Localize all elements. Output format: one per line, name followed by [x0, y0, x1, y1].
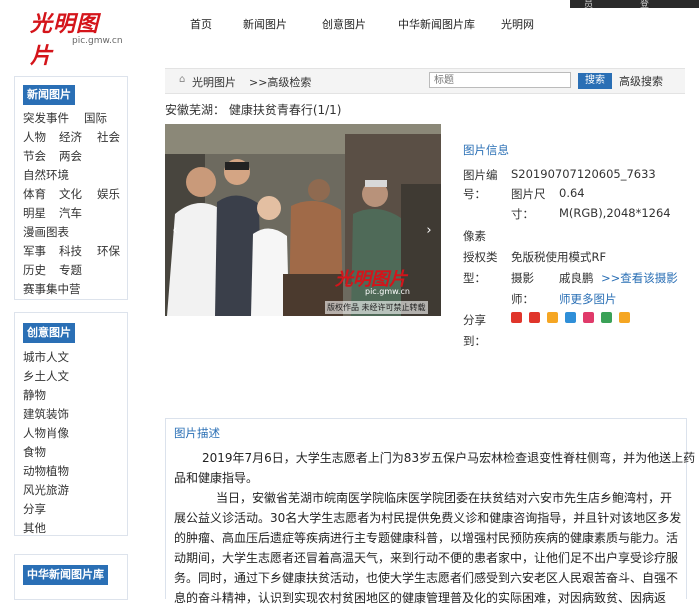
sidebar-item-entertainment[interactable]: 娱乐	[97, 186, 120, 202]
prev-photo-button[interactable]: ‹	[167, 220, 183, 242]
description-heading: 图片描述	[174, 426, 220, 440]
sidebar-item-city[interactable]: 城市人文	[23, 349, 69, 365]
sidebar-item-food[interactable]: 食物	[23, 444, 46, 460]
sidebar-item-tech[interactable]: 科技	[59, 243, 82, 259]
kaixin-icon[interactable]	[583, 312, 594, 323]
sidebar-item-cars[interactable]: 汽车	[59, 205, 82, 221]
douban-icon[interactable]	[601, 312, 612, 323]
weibo-icon[interactable]	[511, 312, 522, 323]
watermark-domain: pic.gmw.cn	[365, 287, 410, 296]
photo-id-value: S20190707120605_7633	[511, 167, 656, 181]
description-line: 品和健康指导。	[174, 471, 259, 485]
sidebar-item-comics-charts[interactable]: 漫画图表	[23, 224, 69, 240]
nav-home[interactable]: 首页	[190, 16, 212, 32]
photo-size-value-3: 像素	[463, 229, 486, 243]
sidebar-library-title[interactable]: 中华新闻图片库	[23, 565, 108, 585]
sidebar-item-environment[interactable]: 环保	[97, 243, 120, 259]
photo-title: 安徽芜湖： 健康扶贫青春行(1/1)	[165, 103, 342, 117]
sidebar-item-animals-plants[interactable]: 动物植物	[23, 463, 69, 479]
sidebar-item-events-camp[interactable]: 赛事集中营	[23, 281, 81, 297]
tencent-weibo-icon[interactable]	[529, 312, 540, 323]
photographer-name[interactable]: 戚良鹏	[559, 270, 594, 286]
photo-description-panel: 图片描述 2019年7月6日，大学生志愿者上门为83岁五保户马宏林检查退变性脊柱…	[165, 418, 695, 605]
home-icon[interactable]: ⌂	[179, 74, 185, 85]
advanced-search-link[interactable]: 高级搜索	[619, 73, 663, 89]
more-photos-link[interactable]: 师更多图片	[559, 291, 617, 307]
description-line: 动期间，大学生志愿者还冒着高温天气，来到行动不便的患者家中，让他们足不出户享受诊…	[174, 551, 679, 565]
sidebar-item-other[interactable]: 其他	[23, 520, 46, 536]
photo-size-value-1: 0.64	[559, 186, 585, 200]
sidebar-item-architecture[interactable]: 建筑装饰	[23, 406, 69, 422]
share-label-2: 到：	[463, 334, 486, 348]
renren-icon[interactable]	[565, 312, 576, 323]
sidebar-creative-section: 创意图片 城市人文 乡土人文 静物 建筑装饰 人物肖像 食物 动物植物 风光旅游…	[14, 312, 128, 536]
sidebar-item-economy[interactable]: 经济	[59, 129, 82, 145]
breadcrumb-home-link[interactable]: 光明图片	[192, 74, 236, 90]
sidebar-item-people[interactable]: 人物	[23, 129, 46, 145]
logo-domain: pic.gmw.cn	[72, 36, 123, 46]
sidebar-library-section: 中华新闻图片库	[14, 554, 128, 600]
sidebar-item-still-life[interactable]: 静物	[23, 387, 46, 403]
corner-link-b[interactable]: 登	[640, 0, 649, 10]
breadcrumb-bar: ⌂ 光明图片 >>高级检索 搜索 高级搜索	[165, 68, 685, 94]
search-button[interactable]: 搜索	[578, 73, 612, 89]
sidebar-item-emergency[interactable]: 突发事件	[23, 110, 69, 126]
search-input[interactable]	[429, 72, 571, 88]
site-header: 光明图片 pic.gmw.cn 首页 新闻图片 创意图片 中华新闻图片库 光明网…	[0, 0, 699, 69]
photo-id-label-2: 号：	[463, 187, 486, 201]
license-label: 授权类	[463, 250, 498, 264]
sidebar-item-sports[interactable]: 体育	[23, 186, 46, 202]
sidebar-item-military[interactable]: 军事	[23, 243, 46, 259]
site-logo[interactable]: 光明图片 pic.gmw.cn	[30, 6, 123, 69]
description-line: 当日，安徽省芜湖市皖南医学院临床医学院团委在扶贫结对六安市先生店乡鲍湾村，开	[216, 491, 673, 505]
license-value: 免版税使用模式RF	[511, 250, 607, 264]
corner-link-a[interactable]: 员	[584, 0, 593, 10]
copyright-notice: 版权作品 未经许可禁止转载	[325, 301, 428, 314]
sidebar-item-festivals[interactable]: 节会	[23, 148, 46, 164]
view-photographer-link[interactable]: >>查看该摄影	[601, 270, 678, 286]
photo-id-label: 图片编	[463, 168, 498, 182]
description-line: 的肿瘤、高血压后遗症等疾病进行主专题健康科普，以增强村民预防疾病的健康素质与能力…	[174, 531, 679, 545]
sidebar-item-society[interactable]: 社会	[97, 129, 120, 145]
photo-watermark: 光明图片 pic.gmw.cn 版权作品 未经许可禁止转载	[325, 257, 441, 316]
photographer-label: 摄影	[511, 271, 534, 285]
sidebar-item-culture[interactable]: 文化	[59, 186, 82, 202]
nav-china-photo-library[interactable]: 中华新闻图片库	[398, 16, 475, 32]
qzone-icon[interactable]	[547, 312, 558, 323]
sidebar-item-share[interactable]: 分享	[23, 501, 46, 517]
sidebar-item-portrait[interactable]: 人物肖像	[23, 425, 69, 441]
main-photo[interactable]: ‹ › 光明图片 pic.gmw.cn 版权作品 未经许可禁止转载	[165, 124, 441, 316]
sidebar-item-topics[interactable]: 专题	[59, 262, 82, 278]
sidebar-item-two-sessions[interactable]: 两会	[59, 148, 82, 164]
photo-info-heading: 图片信息	[463, 143, 509, 157]
photo-size-value-2: M(RGB),2048*1264	[559, 206, 671, 220]
breadcrumb-current[interactable]: >>高级检索	[249, 74, 311, 90]
share-label: 分享	[463, 313, 486, 327]
next-photo-button[interactable]: ›	[421, 220, 437, 242]
sidebar-news-section: 新闻图片 突发事件 国际 人物 经济 社会 节会 两会 自然环境 体育 文化 娱…	[14, 76, 128, 300]
description-line: 展公益义诊活动。30名大学生志愿者为村民提供免费义诊和健康咨询指导，并且针对该地…	[174, 511, 682, 525]
sidebar-item-stars[interactable]: 明星	[23, 205, 46, 221]
nav-creative-photos[interactable]: 创意图片	[322, 16, 366, 32]
photo-size-label: 图片尺	[511, 187, 546, 201]
sidebar-item-history[interactable]: 历史	[23, 262, 46, 278]
sidebar-news-title[interactable]: 新闻图片	[23, 85, 75, 105]
description-line: 2019年7月6日，大学生志愿者上门为83岁五保户马宏林检查退变性脊柱侧弯，并为…	[202, 451, 696, 465]
nav-news-photos[interactable]: 新闻图片	[243, 16, 287, 32]
sidebar-item-rural[interactable]: 乡土人文	[23, 368, 69, 384]
photographer-label-2: 师：	[511, 292, 534, 306]
sidebar-item-scenery[interactable]: 风光旅游	[23, 482, 69, 498]
sidebar-item-international[interactable]: 国际	[84, 110, 107, 126]
top-right-bar: 员 登	[570, 0, 699, 10]
photo-size-label-2: 寸：	[511, 207, 534, 221]
description-line: 务。同时，通过下乡健康扶贫活动，也使大学生志愿者们感受到六安老区人民艰苦奋斗、自…	[174, 571, 679, 585]
sidebar-item-nature[interactable]: 自然环境	[23, 167, 69, 183]
nav-gmw[interactable]: 光明网	[501, 16, 534, 32]
license-label-2: 型：	[463, 271, 486, 285]
more-icon[interactable]	[619, 312, 630, 323]
sidebar-creative-title[interactable]: 创意图片	[23, 323, 75, 343]
